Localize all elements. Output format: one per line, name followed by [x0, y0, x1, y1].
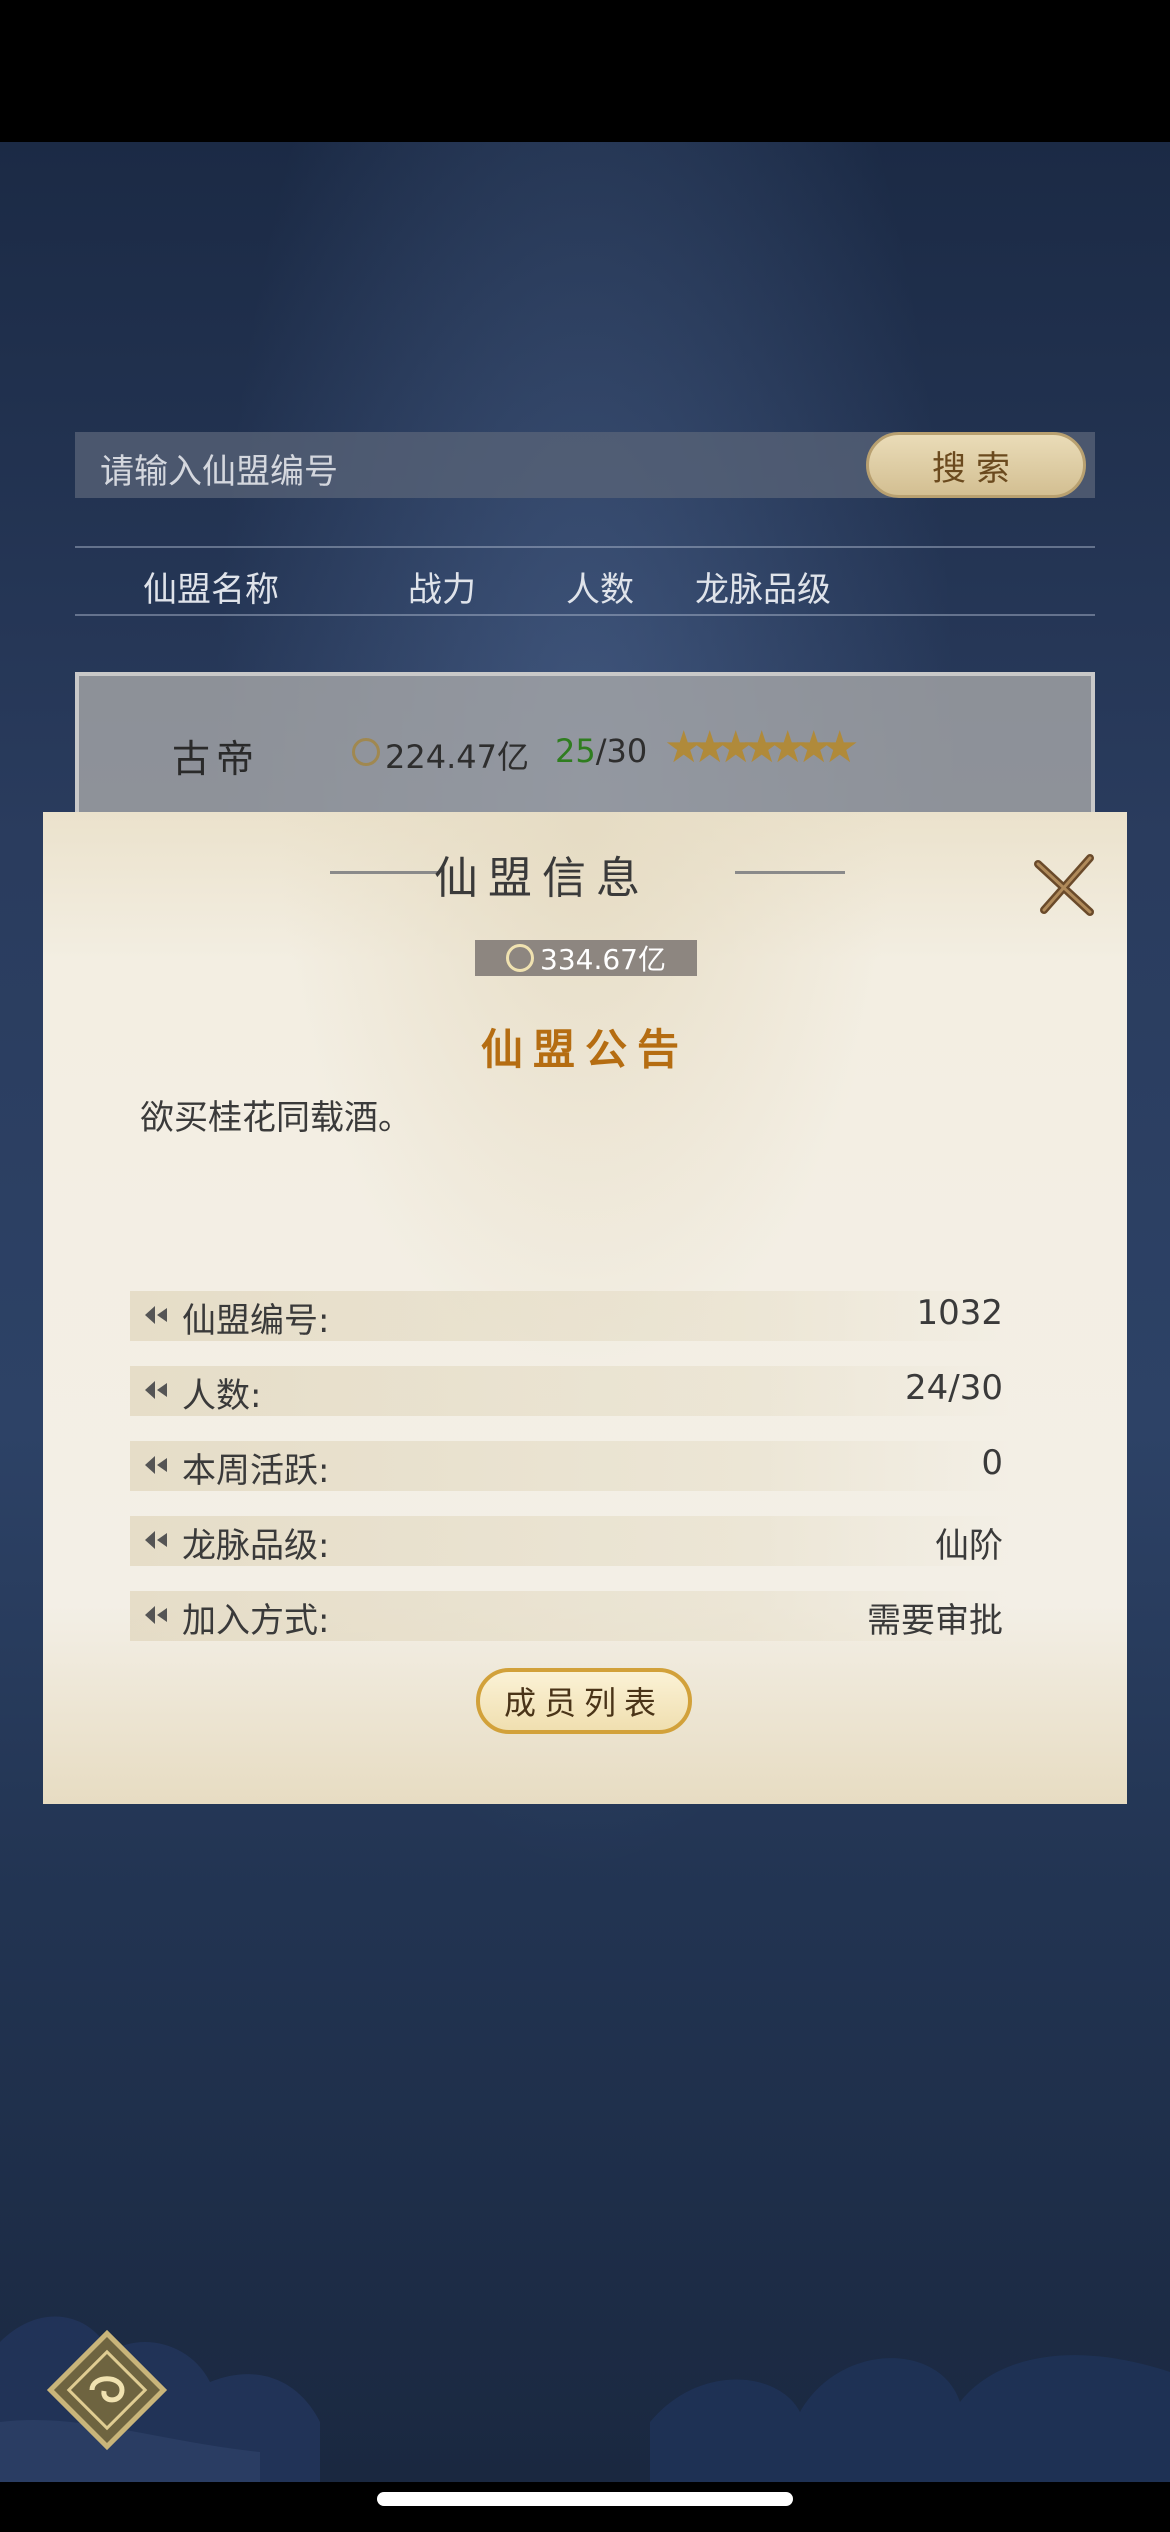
- notice-text: 欲买桂花同载酒。: [140, 1098, 412, 1138]
- bullet-icon: [145, 1606, 167, 1624]
- rank-stars: ★ ★ ★ ★ ★ ★ ★: [664, 726, 859, 770]
- alliance-members: 25/30: [555, 732, 647, 770]
- members-current: 25: [555, 732, 596, 770]
- column-header-power: 战力: [408, 570, 476, 610]
- home-indicator[interactable]: [377, 2492, 793, 2506]
- column-header-name: 仙盟名称: [143, 570, 279, 610]
- info-row: [130, 1366, 1010, 1416]
- column-header-members: 人数: [566, 570, 634, 610]
- info-value-id: 1032: [916, 1293, 1003, 1333]
- search-button[interactable]: 搜索: [866, 432, 1086, 498]
- bottom-bar: [0, 2482, 1170, 2532]
- power-icon: [352, 738, 380, 766]
- info-value-members: 24/30: [905, 1368, 1003, 1408]
- power-icon: [506, 944, 534, 972]
- info-label-activity: 本周活跃:: [182, 1451, 330, 1491]
- bullet-icon: [145, 1456, 167, 1474]
- info-value-join: 需要审批: [867, 1601, 1003, 1641]
- search-placeholder: 请输入仙盟编号: [100, 452, 338, 492]
- header-divider-top: [75, 546, 1095, 548]
- bullet-icon: [145, 1531, 167, 1549]
- alliance-power-value: 334.67亿: [540, 943, 666, 976]
- menu-icon[interactable]: [42, 2325, 172, 2455]
- bullet-icon: [145, 1381, 167, 1399]
- column-header-rank: 龙脉品级: [695, 570, 831, 610]
- cloud-decoration: [0, 2316, 1170, 2482]
- star-icon: ★: [820, 722, 860, 773]
- dialog-title: 仙盟信息: [434, 853, 650, 904]
- member-list-button[interactable]: 成员列表: [476, 1668, 692, 1734]
- notice-title: 仙盟公告: [480, 1025, 689, 1074]
- info-value-rank: 仙阶: [935, 1526, 1003, 1566]
- close-icon[interactable]: [1030, 850, 1100, 920]
- status-bar: [0, 0, 1170, 142]
- info-label-rank: 龙脉品级:: [182, 1526, 330, 1566]
- members-total: /30: [595, 732, 648, 770]
- info-value-activity: 0: [981, 1443, 1003, 1483]
- info-label-join: 加入方式:: [182, 1601, 330, 1641]
- info-label-members: 人数:: [182, 1376, 262, 1416]
- info-label-id: 仙盟编号:: [182, 1301, 330, 1341]
- alliance-power: 224.47亿: [385, 738, 529, 776]
- alliance-power-badge: 334.67亿: [475, 940, 697, 976]
- header-divider-bottom: [75, 614, 1095, 616]
- alliance-name: 古帝: [172, 737, 261, 781]
- bullet-icon: [145, 1306, 167, 1324]
